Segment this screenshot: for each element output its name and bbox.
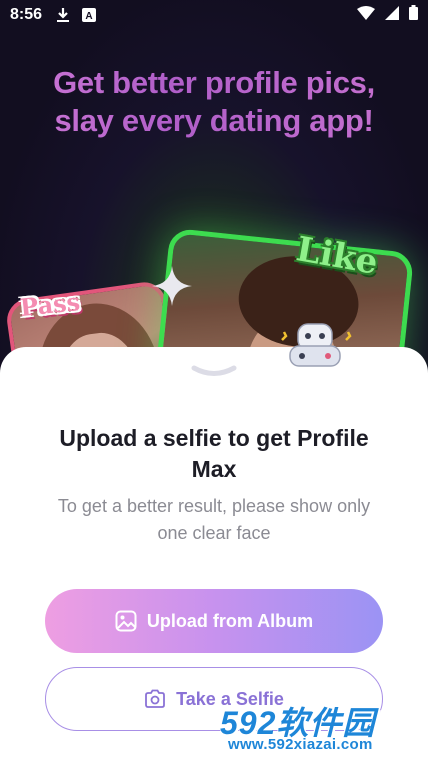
battery-icon <box>409 5 418 25</box>
status-time: 8:56 <box>10 6 43 23</box>
hero-title: Get better profile pics, slay every dati… <box>0 64 428 140</box>
robot-mascot-icon <box>281 323 352 367</box>
download-icon <box>56 7 70 23</box>
hero-title-line2: slay every dating app! <box>54 103 374 138</box>
svg-text:A: A <box>85 11 92 22</box>
wifi-icon <box>357 5 375 25</box>
sheet-title-line2: Max <box>191 456 237 482</box>
hero-title-line1: Get better profile pics, <box>53 65 375 100</box>
upload-from-album-button[interactable]: Upload from Album <box>45 589 383 653</box>
sheet-subtitle: To get a better result, please show only… <box>30 493 398 547</box>
sparkle-icon <box>152 266 192 306</box>
a-notification-icon: A <box>82 8 97 22</box>
sheet-subtitle-line1: To get a better result, please show only <box>57 496 371 516</box>
signal-icon <box>385 5 399 25</box>
status-bar: 8:56 A <box>0 0 428 30</box>
sheet-title-line1: Upload a selfie to get Profile <box>59 425 369 451</box>
upload-from-album-label: Upload from Album <box>146 610 314 631</box>
camera-icon <box>144 689 166 709</box>
chevron-down-icon[interactable] <box>190 363 238 381</box>
hero-banner: Get better profile pics, slay every dati… <box>0 0 428 400</box>
image-icon <box>115 610 137 632</box>
watermark-url: www.592xiazai.com <box>228 736 373 753</box>
site-watermark: 592软件园 www.592xiazai.com <box>214 694 428 760</box>
sheet-title: Upload a selfie to get Profile Max <box>20 423 408 485</box>
sheet-subtitle-line2: one clear face <box>157 523 271 543</box>
